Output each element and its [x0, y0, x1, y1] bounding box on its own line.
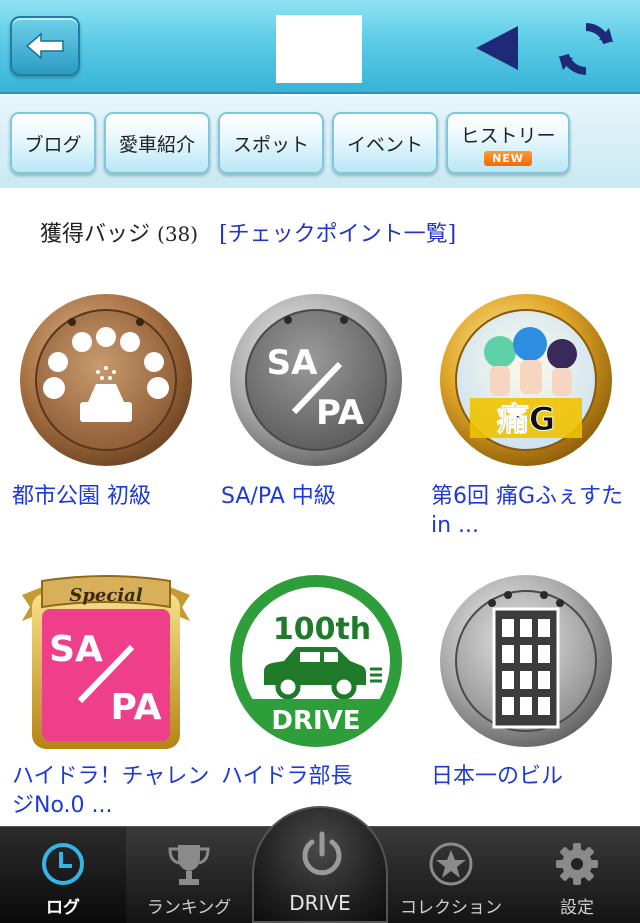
- gear-icon: [556, 843, 598, 885]
- sapa-special-pink-badge: Special SA PA: [22, 575, 190, 749]
- badge-text-bottom: PA: [316, 393, 365, 433]
- tab-event[interactable]: イベント: [332, 112, 438, 174]
- badge-text-top: SA: [267, 343, 318, 383]
- star-circle-icon: [429, 842, 473, 886]
- nav-label: コレクション: [400, 898, 502, 918]
- nav-log[interactable]: ログ: [0, 827, 126, 923]
- badge-label: ハイドラ！チャレンジNo.0 ...: [12, 764, 210, 818]
- tab-label: ヒストリー: [460, 124, 556, 147]
- tab-label: イベント: [346, 133, 423, 156]
- badge-text: 痛G: [497, 400, 555, 438]
- tab-label: スポット: [232, 133, 309, 156]
- nav-label: 設定: [560, 898, 594, 918]
- badge-text-top: SA: [49, 629, 103, 670]
- tab-spot[interactable]: スポット: [218, 112, 324, 174]
- tab-history[interactable]: ヒストリー NEW: [446, 112, 570, 174]
- triangle-left-icon[interactable]: [474, 24, 520, 72]
- trophy-icon: [168, 845, 210, 885]
- badge-text-bottom: PA: [111, 687, 162, 728]
- header-logo: [276, 15, 362, 83]
- category-tabbar: ブログ 愛車紹介 スポット イベント ヒストリー NEW: [0, 96, 640, 188]
- nav-settings[interactable]: 設定: [514, 827, 640, 923]
- park-bronze-badge: [20, 294, 192, 466]
- arrow-left-icon: [25, 32, 64, 60]
- tab-car-intro[interactable]: 愛車紹介: [104, 112, 210, 174]
- nav-label: ランキング: [146, 898, 232, 918]
- drive-button[interactable]: DRIVE: [252, 806, 388, 923]
- badges-count: (38): [157, 222, 199, 246]
- back-button[interactable]: [10, 16, 80, 76]
- badge-text-top: 100th: [273, 612, 371, 647]
- badge-label: 都市公園 初級: [12, 484, 151, 509]
- ribbon-text: Special: [69, 585, 142, 606]
- sapa-silver-badge: SA PA: [230, 294, 402, 466]
- nav-label: ログ: [46, 898, 80, 918]
- power-icon: [302, 831, 342, 876]
- new-badge: NEW: [484, 150, 532, 166]
- top-header: [0, 0, 640, 94]
- building-silver-badge: [440, 575, 612, 747]
- tab-label: 愛車紹介: [118, 133, 195, 156]
- checkpoint-list-link[interactable]: [チェックポイント一覧]: [219, 222, 456, 247]
- badges-title: 獲得バッジ: [40, 222, 151, 247]
- badge-label: ハイドラ部長: [221, 764, 353, 789]
- badge-label: SA/PA 中級: [221, 484, 336, 509]
- refresh-icon[interactable]: [557, 20, 615, 78]
- nav-ranking[interactable]: ランキング: [126, 827, 252, 923]
- tab-blog[interactable]: ブログ: [10, 112, 96, 174]
- 100th-drive-green-badge: 100th DRIVE: [230, 575, 402, 747]
- badge-label: 第6回 痛Gふぇすた in ...: [431, 484, 624, 538]
- anime-gold-badge: 痛G: [440, 294, 612, 466]
- badge-text-bottom: DRIVE: [271, 706, 360, 736]
- nav-collection[interactable]: コレクション: [388, 827, 514, 923]
- tab-label: ブログ: [24, 133, 82, 156]
- badge-label: 日本一のビル: [431, 764, 564, 789]
- nav-label: DRIVE: [289, 891, 351, 915]
- clock-icon: [42, 843, 84, 885]
- badges-heading: 獲得バッジ (38) [チェックポイント一覧]: [40, 216, 456, 248]
